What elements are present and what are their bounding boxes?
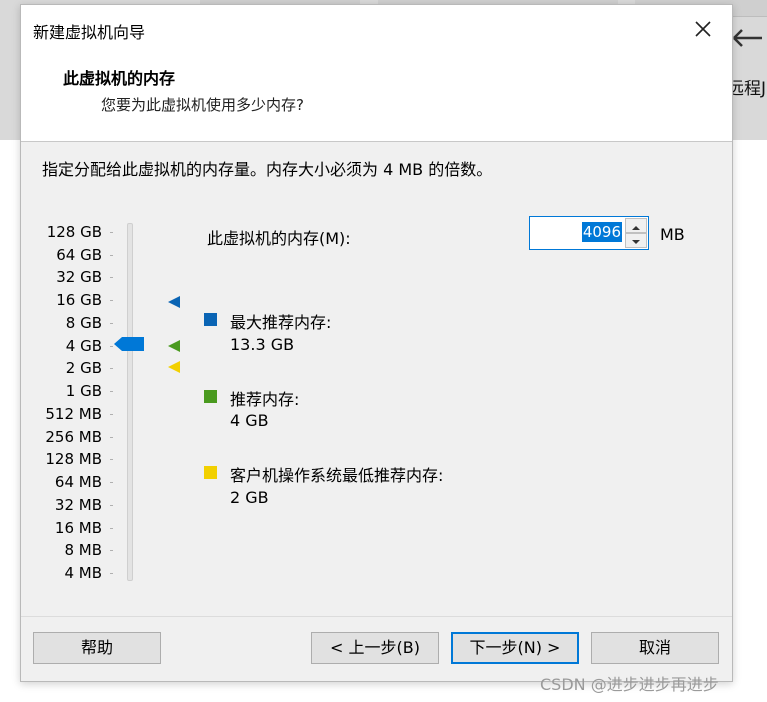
- watermark: CSDN @进步进步再进步: [540, 675, 719, 694]
- recommended-marker-icon: [168, 340, 180, 352]
- wizard-header: 此虚拟机的内存 您要为此虚拟机使用多少内存?: [21, 51, 732, 142]
- memory-value[interactable]: 4096: [581, 222, 622, 242]
- guest-min-memory-label: 客户机操作系统最低推荐内存:: [230, 466, 444, 485]
- scale-tick: [110, 346, 113, 347]
- close-button[interactable]: [685, 11, 721, 47]
- scale-tick: [110, 232, 113, 233]
- scale-tick: [110, 391, 113, 392]
- recommended-memory-label: 推荐内存:: [230, 390, 300, 409]
- scale-label: 2 GB: [65, 359, 102, 377]
- new-vm-wizard-dialog: 新建虚拟机向导 此虚拟机的内存 您要为此虚拟机使用多少内存? 指定分配给此虚拟机…: [20, 4, 733, 682]
- guest-min-color-swatch: [204, 466, 217, 479]
- spin-up-button[interactable]: [625, 218, 647, 233]
- description-text: 指定分配给此虚拟机的内存量。内存大小必须为 4 MB 的倍数。: [42, 160, 493, 179]
- guest-min-memory-value: 2 GB: [230, 488, 269, 507]
- cancel-button[interactable]: 取消: [591, 632, 719, 664]
- scale-tick: [110, 482, 113, 483]
- back-button[interactable]: < 上一步(B): [311, 632, 439, 664]
- scale-label: 32 MB: [54, 496, 102, 514]
- scale-tick: [110, 573, 113, 574]
- scale-tick: [110, 437, 113, 438]
- guest-min-marker-icon: [168, 361, 180, 373]
- scale-label: 4 MB: [64, 564, 102, 582]
- scale-tick: [110, 323, 113, 324]
- scale-tick: [110, 277, 113, 278]
- slider-thumb-icon[interactable]: [114, 337, 144, 351]
- scale-label: 16 GB: [56, 291, 102, 309]
- scale-tick: [110, 300, 113, 301]
- memory-spinbox[interactable]: 4096: [529, 216, 649, 250]
- max-marker-icon: [168, 296, 180, 308]
- spin-down-button[interactable]: [625, 233, 647, 248]
- page-subtitle: 您要为此虚拟机使用多少内存?: [101, 96, 304, 114]
- max-color-swatch: [204, 313, 217, 326]
- max-memory-label: 最大推荐内存:: [230, 313, 332, 332]
- scale-tick: [110, 459, 113, 460]
- scale-tick: [110, 528, 113, 529]
- max-memory-value: 13.3 GB: [230, 335, 295, 354]
- scale-tick: [110, 505, 113, 506]
- dialog-title: 新建虚拟机向导: [33, 23, 146, 42]
- scale-label: 256 MB: [45, 428, 102, 446]
- recommended-color-swatch: [204, 390, 217, 403]
- scale-tick: [110, 414, 113, 415]
- spin-down-icon: [632, 240, 640, 244]
- scale-label: 16 MB: [54, 519, 102, 537]
- close-icon: [695, 21, 711, 37]
- scale-label: 512 MB: [45, 405, 102, 423]
- recommended-memory-value: 4 GB: [230, 411, 269, 430]
- next-button[interactable]: 下一步(N) >: [451, 632, 579, 664]
- page-title: 此虚拟机的内存: [63, 69, 176, 88]
- scale-label: 128 MB: [45, 450, 102, 468]
- remote-icon: [733, 29, 762, 47]
- scale-label: 128 GB: [46, 223, 102, 241]
- scale-label: 32 GB: [56, 268, 102, 286]
- scale-label: 1 GB: [65, 382, 102, 400]
- scale-tick: [110, 550, 113, 551]
- footer-divider: [21, 616, 732, 617]
- title-bar: 新建虚拟机向导: [21, 5, 732, 51]
- scale-label: 8 MB: [64, 541, 102, 559]
- memory-unit: MB: [660, 225, 685, 244]
- help-button[interactable]: 帮助: [33, 632, 161, 664]
- scale-tick: [110, 255, 113, 256]
- memory-label: 此虚拟机的内存(M):: [207, 229, 351, 248]
- scale-label: 4 GB: [65, 337, 102, 355]
- scale-label: 8 GB: [65, 314, 102, 332]
- memory-slider-track[interactable]: [127, 223, 133, 581]
- scale-tick: [110, 368, 113, 369]
- scale-label: 64 GB: [56, 246, 102, 264]
- scale-label: 64 MB: [54, 473, 102, 491]
